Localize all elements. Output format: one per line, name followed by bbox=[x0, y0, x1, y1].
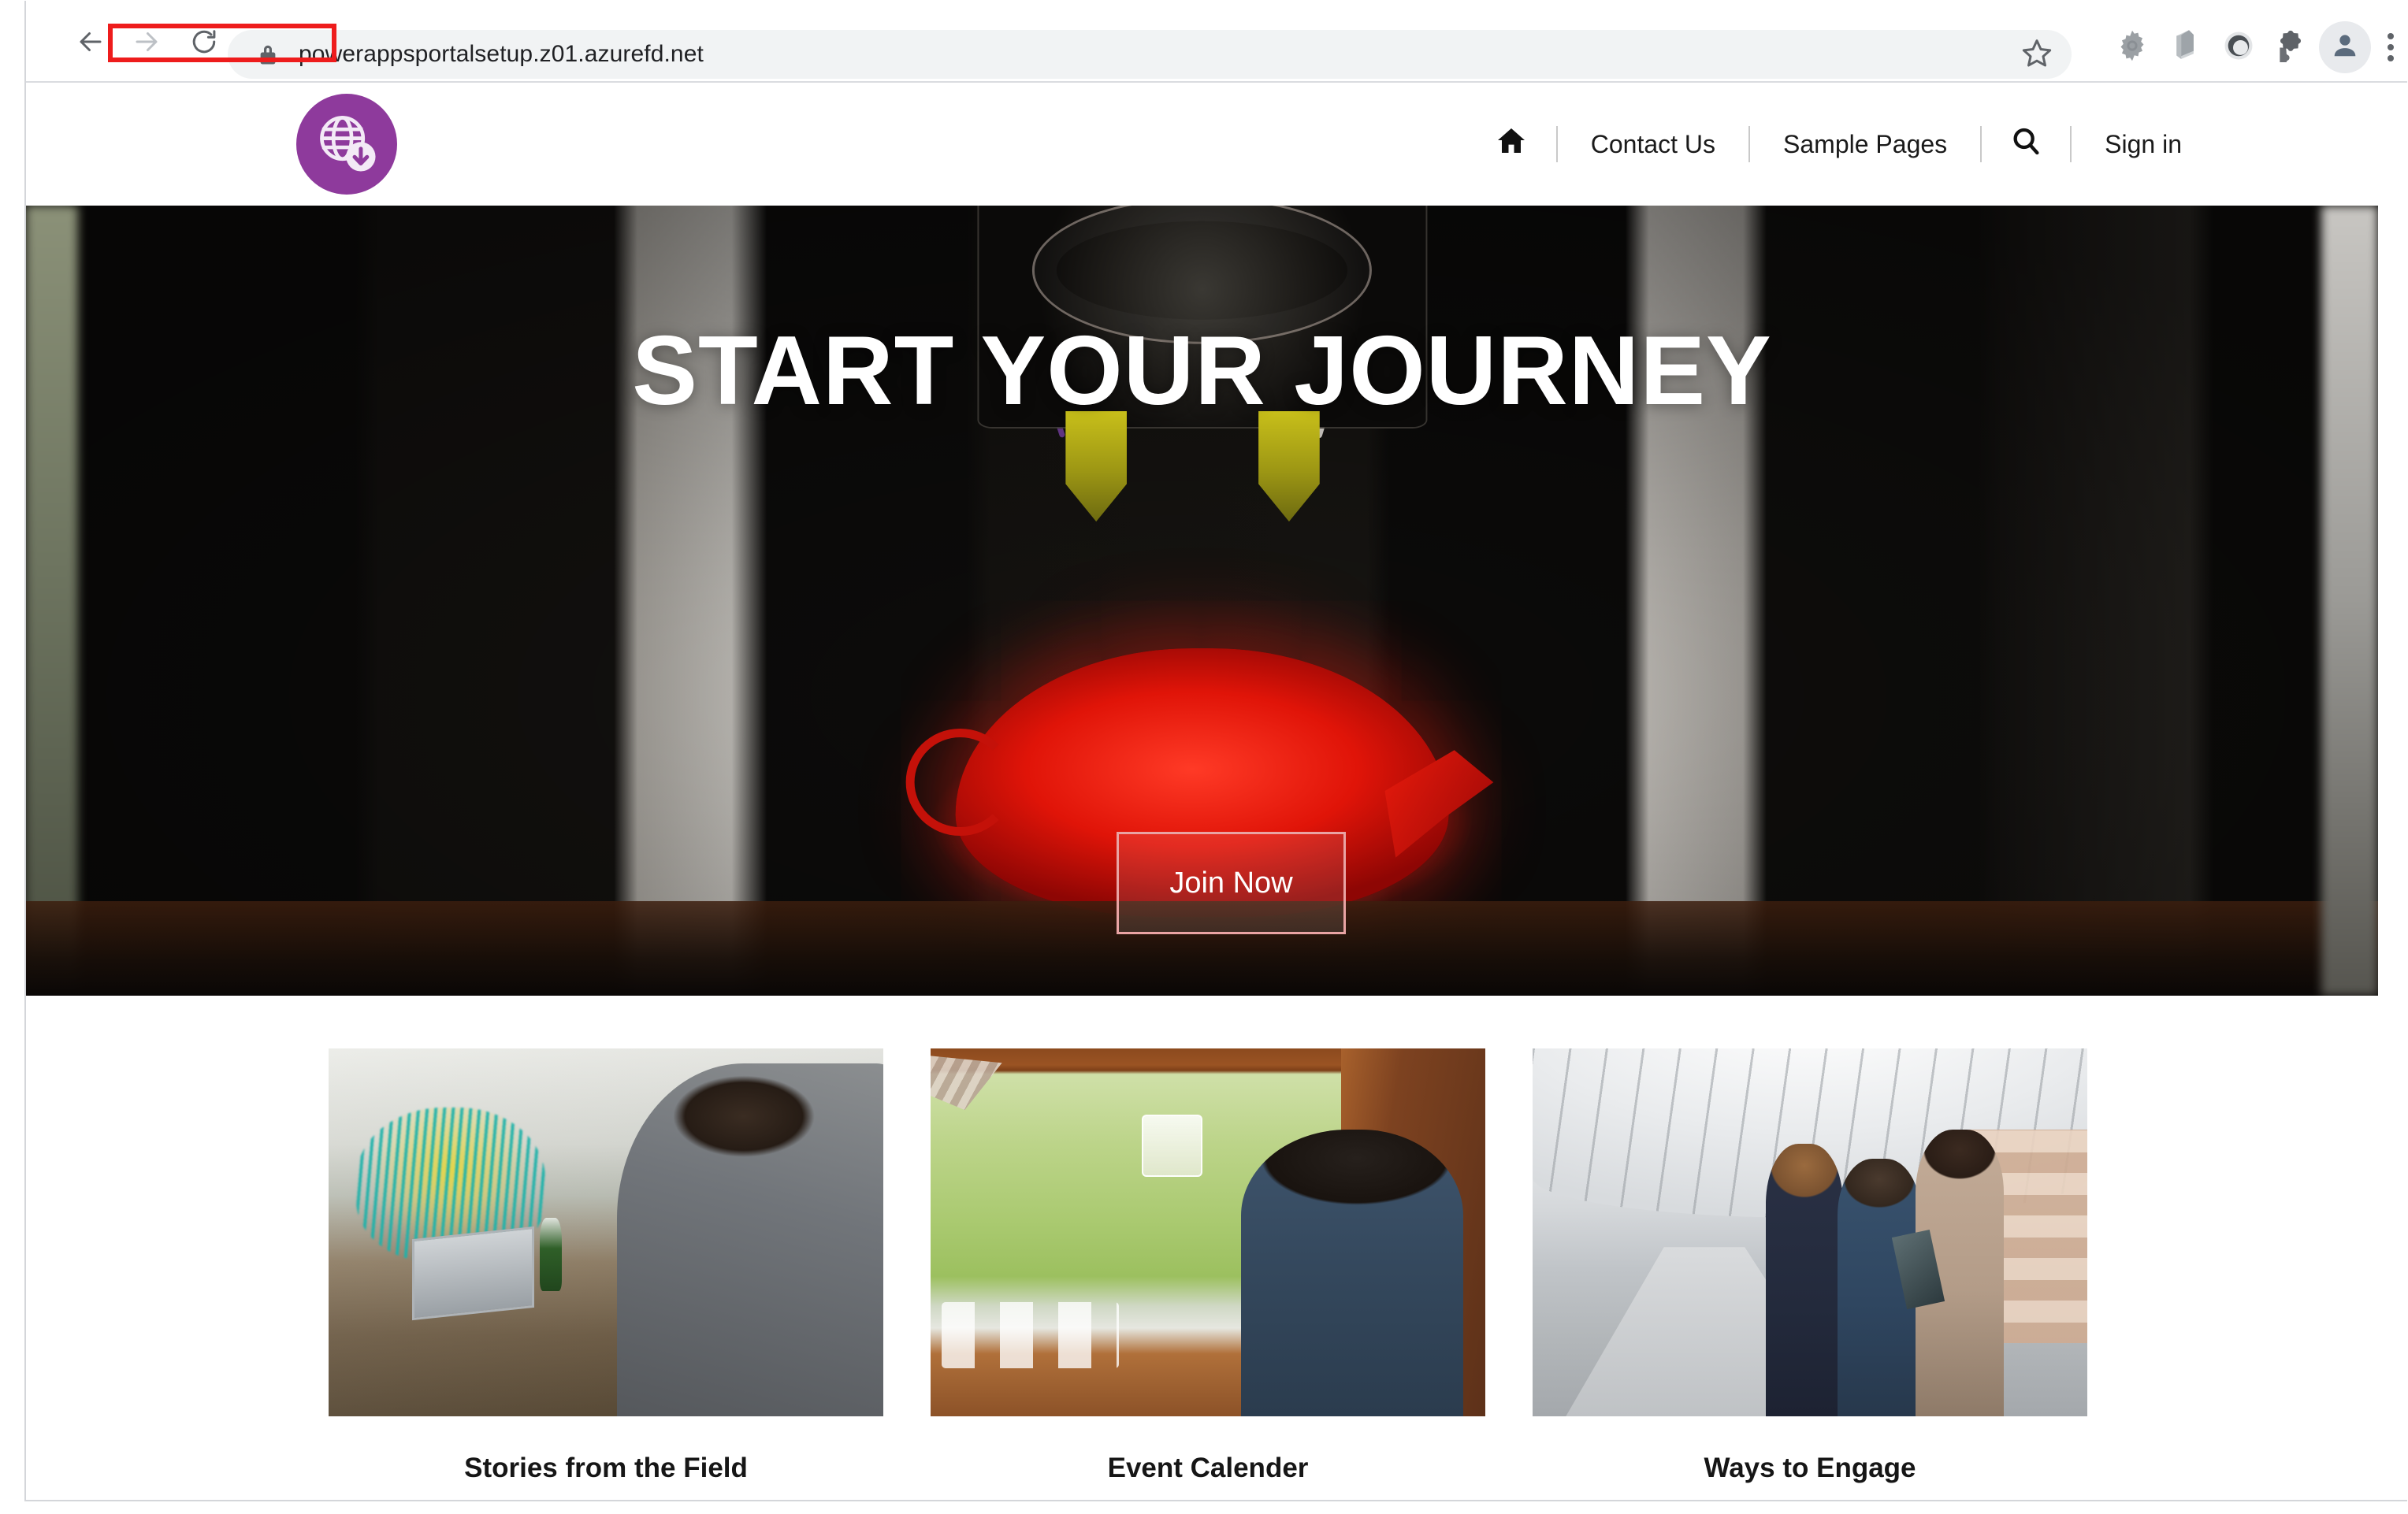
nav-divider bbox=[2070, 126, 2072, 162]
reload-icon bbox=[190, 28, 218, 56]
browser-window: powerappsportalsetup.z01.azurefd.net Con… bbox=[24, 1, 2407, 1501]
ring-icon-button[interactable] bbox=[2219, 28, 2258, 67]
office-icon-button[interactable] bbox=[2166, 28, 2205, 67]
bottle-prop bbox=[539, 1217, 562, 1292]
person-icon bbox=[2330, 31, 2360, 65]
site-navigation: Contact Us Sample Pages Sign in bbox=[1470, 83, 2212, 206]
feature-card: Ways to Engage bbox=[1533, 1048, 2087, 1484]
gear-icon bbox=[2115, 28, 2150, 67]
card-image-stories-from-the-field[interactable] bbox=[329, 1048, 883, 1416]
nav-item-sample-pages[interactable]: Sample Pages bbox=[1753, 83, 1977, 206]
feature-card: Event Calender bbox=[931, 1048, 1485, 1484]
nav-home-link[interactable] bbox=[1470, 83, 1553, 206]
home-icon bbox=[1495, 125, 1528, 163]
person-one bbox=[1765, 1144, 1844, 1416]
ring-icon bbox=[2222, 29, 2255, 66]
lock-icon bbox=[258, 43, 278, 66]
join-now-button[interactable]: Join Now bbox=[1117, 832, 1346, 934]
hero-banner: START YOUR JOURNEY Join Now bbox=[26, 206, 2378, 996]
forward-button[interactable] bbox=[123, 18, 170, 65]
forward-arrow-icon bbox=[132, 28, 161, 56]
puzzle-icon bbox=[2274, 29, 2307, 66]
teapot-spout bbox=[1384, 750, 1494, 858]
globe-download-icon bbox=[313, 109, 381, 180]
printer-nozzle-right bbox=[1258, 410, 1320, 522]
address-bar[interactable]: powerappsportalsetup.z01.azurefd.net bbox=[228, 30, 2072, 79]
office-icon bbox=[2170, 28, 2202, 67]
feature-card: Stories from the Field bbox=[329, 1048, 883, 1484]
nav-sign-in-link[interactable]: Sign in bbox=[2075, 83, 2212, 206]
nav-divider bbox=[1980, 126, 1983, 162]
browser-toolbar: powerappsportalsetup.z01.azurefd.net bbox=[26, 1, 2407, 83]
star-icon bbox=[2021, 37, 2053, 72]
chrome-menu-button[interactable] bbox=[2375, 28, 2406, 67]
address-bar-url[interactable]: powerappsportalsetup.z01.azurefd.net bbox=[299, 41, 704, 68]
site-logo[interactable] bbox=[296, 94, 397, 195]
card-title-event-calender[interactable]: Event Calender bbox=[931, 1453, 1485, 1484]
nav-search-button[interactable] bbox=[1985, 83, 2067, 206]
jars-on-sill bbox=[942, 1302, 1120, 1369]
card-title-stories-from-the-field[interactable]: Stories from the Field bbox=[329, 1453, 883, 1484]
extensions-button[interactable] bbox=[2271, 28, 2310, 67]
nav-divider bbox=[1555, 126, 1558, 162]
back-arrow-icon bbox=[76, 28, 105, 56]
nav-item-contact-us[interactable]: Contact Us bbox=[1561, 83, 1745, 206]
laptop-prop bbox=[411, 1226, 534, 1320]
held-jar bbox=[1141, 1115, 1202, 1178]
feature-cards-row: Stories from the Field Event Calender Wa… bbox=[26, 996, 2407, 1500]
card-title-ways-to-engage[interactable]: Ways to Engage bbox=[1533, 1453, 2087, 1484]
teapot-handle bbox=[905, 728, 1015, 837]
profile-button[interactable] bbox=[2319, 21, 2371, 73]
nav-divider bbox=[1748, 126, 1751, 162]
bookmark-button[interactable] bbox=[2020, 37, 2054, 72]
reload-button[interactable] bbox=[180, 18, 228, 65]
printer-nozzle-left bbox=[1065, 410, 1127, 522]
back-button[interactable] bbox=[67, 18, 114, 65]
gear-icon-button[interactable] bbox=[2113, 28, 2152, 67]
search-icon bbox=[2010, 125, 2042, 163]
card-image-ways-to-engage[interactable] bbox=[1533, 1048, 2087, 1416]
card-image-event-calender[interactable] bbox=[931, 1048, 1485, 1416]
hero-headline: START YOUR JOURNEY bbox=[632, 317, 1772, 425]
person-at-window bbox=[1241, 1129, 1463, 1416]
three-dot-menu-icon bbox=[2388, 33, 2394, 61]
site-header: Contact Us Sample Pages Sign in bbox=[26, 83, 2407, 206]
